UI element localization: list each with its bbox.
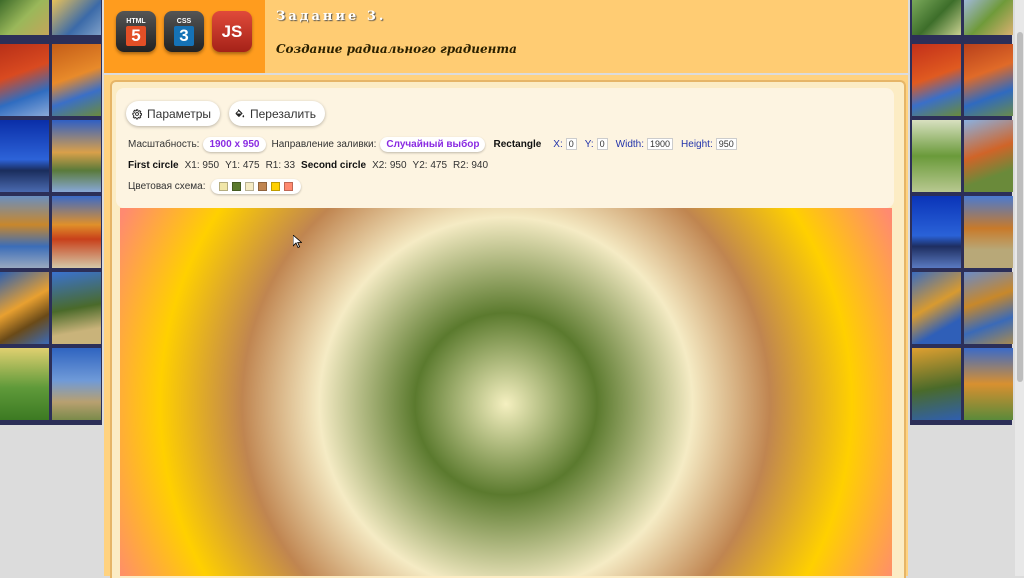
photo-thumbnail (964, 272, 1013, 344)
settings-row-1: Масштабность: 1900 x 950 Направление зал… (128, 136, 745, 152)
refill-button-label: Перезалить (249, 106, 316, 121)
r1-value: R1: 33 (265, 159, 296, 171)
color-swatch (245, 181, 255, 191)
params-button-label: Параметры (147, 106, 211, 121)
x-value[interactable]: 0 (565, 138, 577, 150)
color-swatch (258, 181, 268, 191)
html5-icon: HTML 5 (116, 11, 156, 52)
params-button[interactable]: Параметры (126, 101, 220, 126)
photo-thumbnail (912, 120, 961, 192)
photo-thumbnail (52, 44, 101, 116)
rectangle-label: Rectangle (493, 138, 542, 150)
second-circle-label: Second circle (301, 159, 367, 171)
color-swatch (284, 181, 294, 191)
photo-thumbnail (52, 348, 101, 420)
left-photo-strip (0, 0, 102, 425)
color-scheme-swatches[interactable] (211, 178, 302, 194)
photo-thumbnail (0, 44, 49, 116)
settings-row-3: Цветовая схема: (128, 178, 302, 194)
css3-icon: CSS 3 (164, 11, 204, 52)
html5-badge-bottom: 5 (126, 25, 146, 46)
direction-value[interactable]: Случайный выбор (380, 136, 486, 152)
r2-value: R2: 940 (453, 159, 489, 171)
photo-thumbnail (52, 196, 101, 268)
photo-thumbnail (0, 120, 49, 192)
y1-value: Y1: 475 (225, 159, 260, 171)
photo-thumbnail (964, 120, 1013, 192)
photo-thumbnail (912, 348, 961, 420)
css3-badge-bottom: 3 (174, 25, 194, 46)
photo-thumbnail (52, 120, 101, 192)
scale-label: Масштабность: (128, 138, 200, 150)
refill-button[interactable]: Перезалить (229, 101, 325, 126)
photo-thumbnail (0, 272, 49, 344)
page-title: Задание 3. (276, 9, 387, 24)
js-icon: JS (212, 11, 252, 52)
gradient-canvas[interactable] (120, 208, 892, 576)
photo-thumbnail (0, 348, 49, 420)
paint-bucket-icon (235, 108, 245, 117)
settings-row-2: First circle X1: 950 Y1: 475 R1: 33 Seco… (128, 158, 494, 172)
x-label: X: (553, 138, 563, 150)
photo-thumbnail (912, 0, 961, 35)
color-swatch (219, 181, 229, 191)
y-label: Y: (584, 138, 594, 150)
mouse-cursor-icon (293, 235, 302, 248)
x2-value: X2: 950 (372, 159, 407, 171)
height-label: Height: (681, 138, 713, 150)
photo-thumbnail (912, 196, 961, 268)
photo-thumbnail (964, 196, 1013, 268)
photo-thumbnail (912, 44, 961, 116)
color-swatch (271, 181, 281, 191)
color-scheme-label: Цветовая схема: (128, 180, 206, 192)
js-badge: JS (221, 21, 243, 41)
width-value[interactable]: 1900 (647, 138, 674, 150)
photo-thumbnail (964, 348, 1013, 420)
gear-icon (132, 108, 143, 119)
y2-value: Y2: 475 (412, 159, 448, 171)
direction-label: Направление заливки: (271, 138, 377, 150)
photo-thumbnail (52, 272, 101, 344)
tech-logos: HTML 5 CSS 3 JS (104, 0, 265, 73)
color-swatch (232, 181, 242, 191)
photo-thumbnail (912, 272, 961, 344)
height-value[interactable]: 950 (715, 138, 737, 150)
y-value[interactable]: 0 (596, 138, 608, 150)
scrollbar-thumb[interactable] (1017, 32, 1023, 382)
photo-thumbnail (964, 0, 1013, 35)
photo-thumbnail (0, 196, 49, 268)
first-circle-label: First circle (128, 159, 179, 171)
width-label: Width: (615, 138, 645, 150)
css3-badge-top: CSS (176, 17, 192, 25)
scale-value[interactable]: 1900 x 950 (203, 136, 266, 152)
x1-value: X1: 950 (184, 159, 220, 171)
html5-badge-top: HTML (126, 17, 146, 25)
page-subtitle: Создание радиального градиента (276, 42, 517, 56)
photo-thumbnail (52, 0, 101, 35)
photo-thumbnail (964, 44, 1013, 116)
right-photo-strip (910, 0, 1013, 425)
photo-thumbnail (0, 0, 49, 35)
